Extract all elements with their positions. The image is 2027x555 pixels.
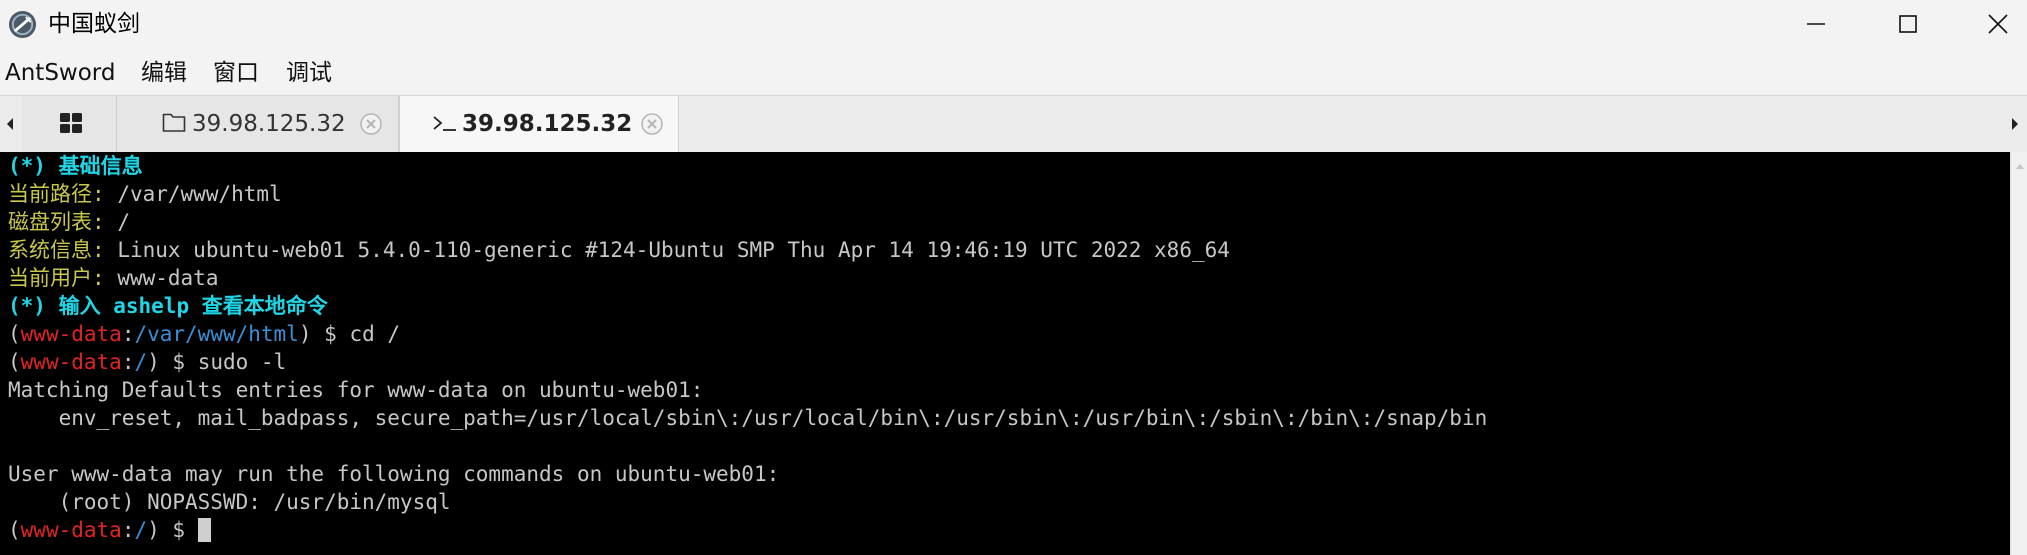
grid-icon	[60, 113, 82, 133]
menu-antsword[interactable]: AntSword	[5, 53, 115, 93]
tab-terminal[interactable]: 39.98.125.32	[399, 96, 679, 152]
terminal-output[interactable]: (*) 基础信息 当前路径: /var/www/html 磁盘列表: / 系统信…	[0, 152, 2010, 555]
terminal-scrollbar[interactable]	[2010, 152, 2027, 555]
tab-bar: 39.98.125.32 39.98.125.32	[0, 95, 2027, 153]
terminal-line-command-1: (www-data:/var/www/html) $ cd /	[8, 322, 401, 346]
antsword-logo-icon	[8, 10, 37, 39]
terminal-line-system-info: 系统信息: Linux ubuntu-web01 5.4.0-110-gener…	[8, 238, 1230, 262]
window-title: 中国蚁剑	[48, 11, 140, 37]
tab-file-manager[interactable]: 39.98.125.32	[117, 96, 399, 152]
terminal-line-output-3: User www-data may run the following comm…	[8, 462, 780, 486]
tab-file-manager-label: 39.98.125.32	[192, 111, 346, 137]
terminal-line-current-path: 当前路径: /var/www/html	[8, 182, 282, 206]
tab-scroll-right-button[interactable]	[2005, 96, 2027, 152]
menu-bar: AntSword 编辑 窗口 调试	[0, 53, 2027, 93]
menu-edit[interactable]: 编辑	[141, 53, 187, 93]
terminal-line-command-3: (www-data:/) $	[8, 516, 211, 544]
terminal-cursor[interactable]	[197, 518, 211, 542]
terminal-line-disk-list: 磁盘列表: /	[8, 210, 130, 234]
chevron-right-icon	[2012, 118, 2018, 130]
close-window-button[interactable]	[1952, 0, 2027, 48]
terminal-line-info-header: (*) 基础信息	[8, 154, 143, 178]
close-circle-icon[interactable]	[640, 112, 664, 136]
terminal-line-output-4: (root) NOPASSWD: /usr/bin/mysql	[8, 490, 451, 514]
tab-terminal-label: 39.98.125.32	[462, 111, 633, 137]
minimize-button[interactable]	[1770, 0, 1862, 48]
terminal-line-command-2: (www-data:/) $ sudo -l	[8, 350, 287, 374]
close-circle-icon[interactable]	[359, 112, 383, 136]
menu-window[interactable]: 窗口	[213, 53, 259, 93]
terminal-line-current-user: 当前用户: www-data	[8, 266, 219, 290]
menu-debug[interactable]: 调试	[286, 53, 332, 93]
maximize-button[interactable]	[1862, 0, 1954, 48]
terminal-line-output-2: env_reset, mail_badpass, secure_path=/us…	[8, 406, 1488, 430]
title-bar: 中国蚁剑	[0, 0, 2027, 48]
scroll-up-icon[interactable]	[2015, 162, 2025, 170]
antsword-window: 中国蚁剑 AntSword 编辑 窗口 调试 39.98.125.32 39.9…	[0, 0, 2027, 555]
terminal-prompt-icon	[433, 116, 456, 131]
tab-scroll-left-button[interactable]	[0, 96, 23, 152]
terminal-line-help-hint: (*) 输入 ashelp 查看本地命令	[8, 294, 328, 318]
chevron-left-icon	[7, 118, 13, 130]
terminal-line-output-1: Matching Defaults entries for www-data o…	[8, 378, 704, 402]
minimize-icon	[1807, 23, 1825, 25]
folder-icon	[162, 113, 186, 132]
maximize-icon	[1899, 15, 1917, 33]
tab-home[interactable]	[22, 96, 117, 152]
close-icon	[1988, 14, 2008, 34]
